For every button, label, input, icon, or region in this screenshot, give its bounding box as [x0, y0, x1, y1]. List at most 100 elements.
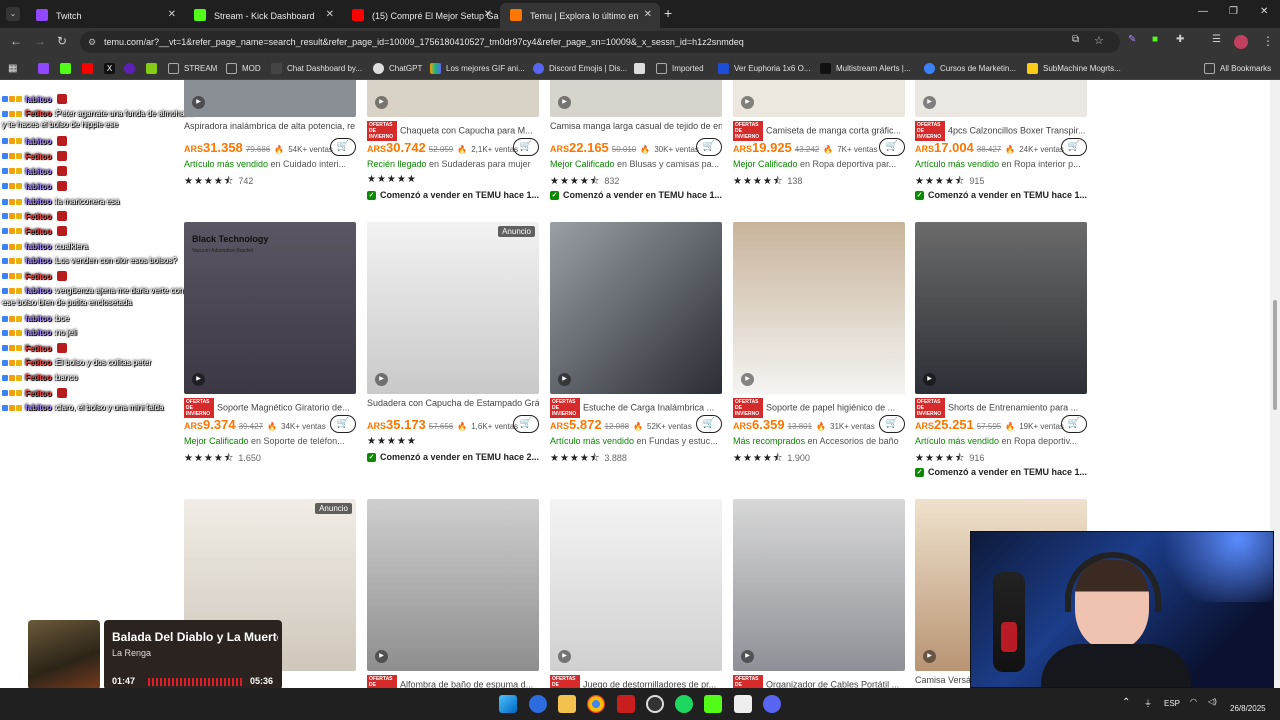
bookmark-chatgpt[interactable]: ChatGPT [373, 61, 422, 75]
tab-youtube[interactable]: (15) Compré El Mejor Setup Ga ✕ [342, 3, 500, 28]
product-card[interactable]: Black Technology Vacuum Adsorption Bracke… [184, 222, 356, 482]
volume-icon[interactable]: ◁) [1208, 697, 1217, 706]
back-icon[interactable]: ← [10, 34, 22, 48]
bookmark-gif[interactable]: Los mejores GIF ani... [430, 61, 525, 75]
play-icon[interactable]: ▶ [558, 650, 571, 663]
add-to-cart-button[interactable]: 🛒 [1061, 138, 1087, 156]
tab-twitch[interactable]: Twitch ✕ [26, 3, 184, 28]
product-card[interactable]: ▶ OFERTAS DE INVIERNOChaqueta con Capucha… [367, 80, 539, 205]
site-info-icon[interactable]: ⚙ [88, 31, 96, 53]
chrome-icon[interactable] [587, 695, 605, 713]
product-title[interactable]: OFERTAS DE INVIERNOCamiseta de manga cor… [733, 121, 905, 141]
bookmark-multistream[interactable]: Multistream Alerts |... [820, 61, 911, 75]
close-window-icon[interactable]: ✕ [1260, 6, 1268, 17]
add-to-cart-button[interactable]: 🛒 [330, 415, 356, 433]
close-icon[interactable]: ✕ [168, 9, 176, 20]
bookmark-euphoria[interactable]: Ver Euphoria 1x6 O... [718, 61, 811, 75]
play-icon[interactable]: ▶ [558, 373, 571, 386]
product-card[interactable]: Anuncio ▶ Sudadera con Capucha de Estampad… [367, 222, 539, 482]
product-card[interactable]: ▶ Aspiradora inalámbrica de alta potencia… [184, 80, 356, 205]
scrollbar-thumb[interactable] [1273, 300, 1277, 410]
close-icon[interactable]: ✕ [484, 9, 492, 20]
extension-green-icon[interactable]: ■ [1152, 34, 1158, 45]
obs-icon[interactable] [646, 695, 664, 713]
product-title[interactable]: OFERTAS DE INVIERNOJuego de destornillad… [550, 675, 722, 688]
url-field[interactable]: ⚙ temu.com/ar?__vt=1&refer_page_name=sear… [80, 31, 1120, 53]
play-icon[interactable]: ▶ [923, 650, 936, 663]
product-card[interactable]: ▶ OFERTAS DE INVIERNOAlfombra de baño de … [367, 499, 539, 688]
profile-avatar[interactable] [1234, 35, 1248, 49]
play-icon[interactable]: ▶ [741, 373, 754, 386]
tab-search-icon[interactable]: ⌄ [6, 7, 20, 21]
discord-app-icon[interactable] [763, 695, 781, 713]
product-image[interactable]: ▶ [550, 222, 722, 394]
play-icon[interactable]: ▶ [923, 96, 936, 109]
language-indicator[interactable]: ESP [1164, 699, 1180, 708]
close-icon[interactable]: ✕ [644, 9, 652, 20]
product-title[interactable]: OFERTAS DE INVIERNOSoporte de papel higi… [733, 398, 905, 418]
play-icon[interactable]: ▶ [192, 373, 205, 386]
play-icon[interactable]: ▶ [741, 650, 754, 663]
product-title[interactable]: OFERTAS DE INVIERNOOrganizador de Cables… [733, 675, 905, 688]
new-tab-button[interactable]: + [664, 5, 672, 21]
play-icon[interactable]: ▶ [375, 650, 388, 663]
product-card[interactable]: ▶ Camisa manga larga casual de tejido de … [550, 80, 722, 205]
bookmark-chat-dashboard[interactable]: Chat Dashboard by... [271, 61, 362, 75]
bookmark-submachine[interactable]: SubMachine Mogrts... [1027, 61, 1121, 75]
product-image[interactable]: ▶ [184, 80, 356, 117]
bookmark-mod[interactable]: MOD [226, 61, 261, 75]
add-to-cart-button[interactable]: 🛒 [696, 138, 722, 156]
product-image[interactable]: ▶ [915, 80, 1087, 117]
app-icon-1[interactable] [529, 695, 547, 713]
product-card[interactable]: ▶ OFERTAS DE INVIERNOEstuche de Carga Ina… [550, 222, 722, 482]
add-to-cart-button[interactable]: 🛒 [513, 415, 539, 433]
add-to-cart-button[interactable]: 🛒 [330, 138, 356, 156]
product-title[interactable]: Aspiradora inalámbrica de alta potencia,… [184, 121, 356, 131]
extensions-icon[interactable]: ✚ [1176, 34, 1184, 45]
apps-icon[interactable]: ▦ [8, 61, 17, 75]
product-card[interactable]: ▶ OFERTAS DE INVIERNOSoporte de papel hig… [733, 222, 905, 482]
bookmark-twitch[interactable] [38, 61, 54, 75]
product-title[interactable]: OFERTAS DE INVIERNOEstuche de Carga Inal… [550, 398, 722, 418]
bookmark-cursos[interactable]: Cursos de Marketin... [924, 61, 1016, 75]
wifi-icon[interactable]: ◠ [1190, 697, 1197, 706]
bookmark-star-icon[interactable]: ☆ [1094, 34, 1104, 47]
product-image[interactable]: Black Technology Vacuum Adsorption Bracke… [184, 222, 356, 394]
product-title[interactable]: Camisa manga larga casual de tejido de e… [550, 121, 722, 131]
tab-temu[interactable]: Temu | Explora lo último en rop ✕ [500, 3, 660, 28]
product-card[interactable]: ▶ OFERTAS DE INVIERNOCamiseta de manga co… [733, 80, 905, 205]
product-title[interactable]: OFERTAS DE INVIERNOSoporte Magnético Gir… [184, 398, 356, 418]
add-to-cart-button[interactable]: 🛒 [1061, 415, 1087, 433]
product-image[interactable]: ▶ [367, 80, 539, 117]
product-title[interactable]: OFERTAS DE INVIERNOChaqueta con Capucha … [367, 121, 539, 141]
reload-icon[interactable]: ↻ [57, 34, 67, 48]
product-card[interactable]: ▶ OFERTAS DE INVIERNOOrganizador de Cable… [733, 499, 905, 688]
forward-icon[interactable]: → [34, 34, 46, 48]
bookmark-imported-grid[interactable] [634, 61, 650, 75]
play-icon[interactable]: ▶ [558, 96, 571, 109]
product-image[interactable]: ▶ [733, 499, 905, 671]
product-image[interactable]: ▶ [367, 499, 539, 671]
spotify-icon[interactable] [675, 695, 693, 713]
menu-icon[interactable]: ⋮ [1262, 34, 1274, 48]
bookmark-green[interactable] [146, 61, 162, 75]
media-app-icon[interactable] [617, 695, 635, 713]
tab-kick[interactable]: Stream - Kick Dashboard ✕ [184, 3, 342, 28]
bookmark-stream[interactable]: STREAM [168, 61, 217, 75]
windows-start-icon[interactable] [499, 695, 517, 713]
tray-chevron-icon[interactable]: ⌃ [1122, 697, 1130, 708]
add-to-cart-button[interactable]: 🛒 [879, 415, 905, 433]
product-image[interactable]: ▶ [550, 80, 722, 117]
bookmark-purple[interactable] [124, 61, 140, 75]
network-icon[interactable]: ⏚ [1144, 698, 1152, 709]
product-title[interactable]: OFERTAS DE INVIERNOAlfombra de baño de e… [367, 675, 539, 688]
extension-pen-icon[interactable]: ✎ [1128, 34, 1136, 45]
product-image[interactable]: Anuncio ▶ [367, 222, 539, 394]
close-icon[interactable]: ✕ [326, 9, 334, 20]
bookmark-discord-emojis[interactable]: Discord Emojis | Dis... [533, 61, 627, 75]
product-image[interactable]: ▶ [733, 222, 905, 394]
add-to-cart-button[interactable]: 🛒 [513, 138, 539, 156]
tab-search-list-icon[interactable]: ☰ [1212, 34, 1221, 45]
bookmark-imported[interactable]: Imported [656, 61, 704, 75]
product-image[interactable]: ▶ [733, 80, 905, 117]
